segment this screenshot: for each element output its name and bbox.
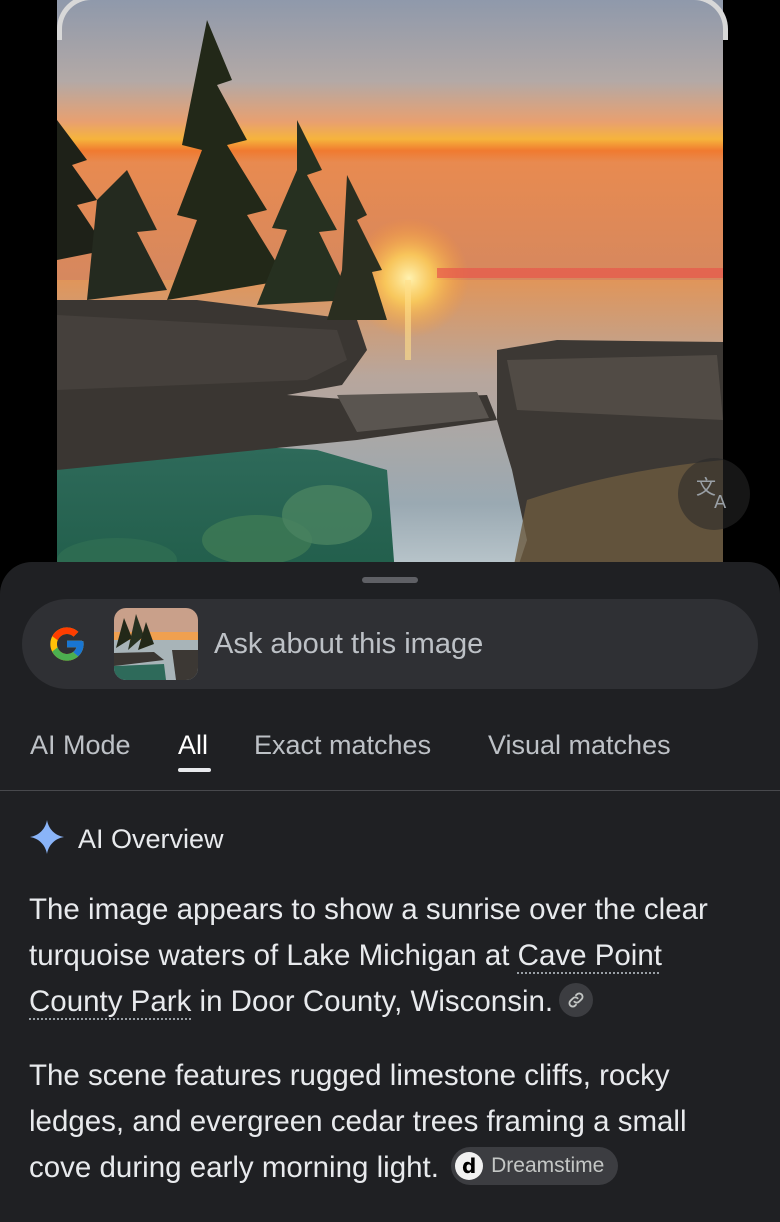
search-image[interactable]: [57, 0, 723, 600]
sparkle-icon: [30, 820, 64, 859]
ai-overview-title: AI Overview: [78, 824, 224, 854]
google-logo-icon: [47, 624, 87, 664]
search-bar[interactable]: Ask about this image: [22, 599, 758, 689]
query-image-thumbnail[interactable]: [114, 608, 198, 680]
dreamstime-logo-icon: d: [455, 1152, 484, 1181]
sheet-drag-handle[interactable]: [362, 577, 418, 583]
svg-text:A: A: [714, 492, 727, 512]
search-input[interactable]: Ask about this image: [214, 628, 483, 661]
link-icon[interactable]: [559, 983, 594, 1018]
source-chip-dreamstime[interactable]: d Dreamstime: [451, 1147, 619, 1186]
translate-icon: 文 A: [694, 472, 734, 517]
tab-visual-matches[interactable]: Visual matches: [488, 730, 671, 761]
ai-overview-header: AI Overview: [30, 820, 224, 859]
tab-all[interactable]: All: [178, 730, 208, 761]
results-sheet: Ask about this image AI Mode All Exact m…: [0, 562, 780, 1222]
source-label: Dreamstime: [491, 1154, 605, 1178]
svg-text:文: 文: [696, 475, 716, 499]
results-tabs: AI Mode All Exact matches Visual matches: [0, 722, 780, 791]
tab-ai-mode[interactable]: AI Mode: [30, 730, 131, 761]
ai-overview-paragraph-2: The scene features rugged limestone clif…: [29, 1053, 754, 1191]
tab-exact-matches[interactable]: Exact matches: [254, 730, 431, 761]
ai-overview-paragraph-1: The image appears to show a sunrise over…: [29, 887, 754, 1025]
paragraph-text: in Door County, Wisconsin.: [191, 985, 554, 1018]
active-tab-indicator: [178, 768, 211, 772]
translate-button[interactable]: 文 A: [678, 458, 750, 530]
